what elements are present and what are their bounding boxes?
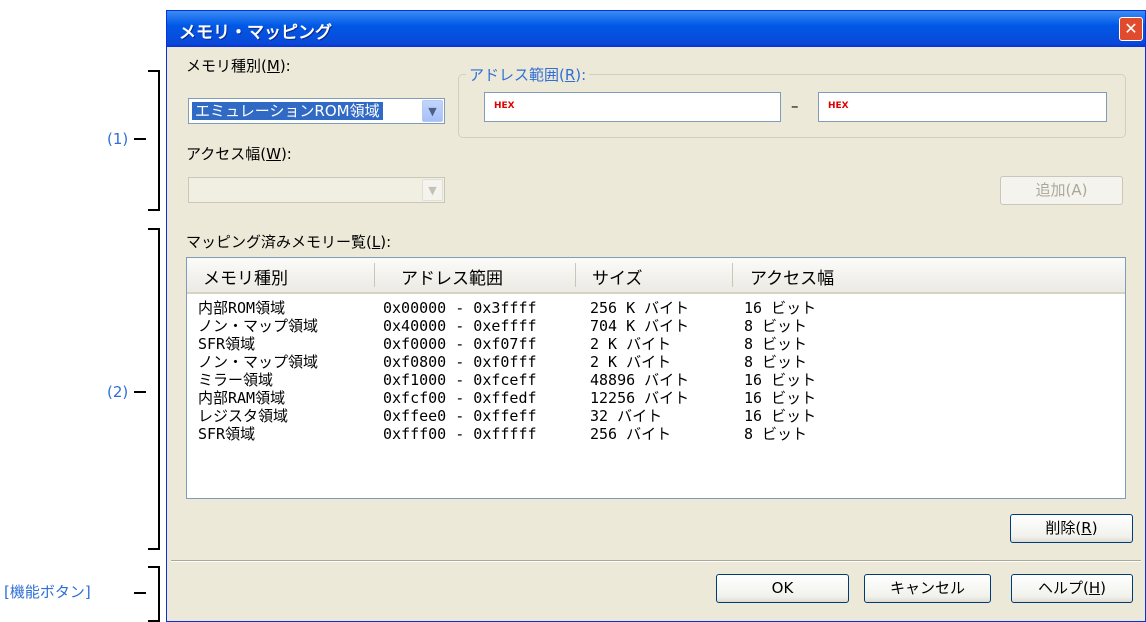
column-divider[interactable] xyxy=(732,263,733,287)
table-row[interactable]: SFR領域 0xfff00 - 0xfffff 256 バイト 8 ビット xyxy=(187,425,1125,443)
add-button[interactable]: 追加(A) xyxy=(1000,176,1123,205)
column-header-memory-type[interactable]: メモリ種別 xyxy=(203,264,288,289)
cell-access-width: 16 ビット xyxy=(744,389,817,407)
cell-access-width: 8 ビット xyxy=(744,425,808,443)
help-button[interactable]: ヘルプ(H) xyxy=(1011,574,1133,603)
table-row[interactable]: レジスタ領域 0xffee0 - 0xffeff 32 バイト 16 ビット xyxy=(187,407,1125,425)
cell-size: 32 バイト xyxy=(590,407,663,425)
table-row[interactable]: ノン・マップ領域 0x40000 - 0xeffff 704 K バイト 8 ビ… xyxy=(187,317,1125,335)
ok-button[interactable]: OK xyxy=(716,574,849,603)
cell-address-range: 0xf0800 - 0xf0fff xyxy=(383,353,537,371)
mapped-memory-list-label: マッピング済みメモリー覧(L): xyxy=(186,233,392,251)
chevron-down-icon[interactable]: ▼ xyxy=(422,100,443,122)
table-row[interactable]: 内部RAM領域 0xfcf00 - 0xffedf 12256 バイト 16 ビ… xyxy=(187,389,1125,407)
cell-size: 256 バイト xyxy=(590,425,672,443)
table-row[interactable]: SFR領域 0xf0000 - 0xf07ff 2 K バイト 8 ビット xyxy=(187,335,1125,353)
range-separator: – xyxy=(791,97,799,115)
access-width-select[interactable]: ▼ xyxy=(188,177,445,203)
chevron-down-icon[interactable]: ▼ xyxy=(422,179,443,201)
cell-memory-type: SFR領域 xyxy=(198,425,256,443)
cell-access-width: 8 ビット xyxy=(744,317,808,335)
address-start-field[interactable]: HEX xyxy=(484,92,781,122)
cell-access-width: 16 ビット xyxy=(744,371,817,389)
cell-access-width: 16 ビット xyxy=(744,407,817,425)
memory-type-label: メモリ種別(M): xyxy=(186,57,291,75)
cell-size: 12256 バイト xyxy=(590,389,690,407)
hex-badge: HEX xyxy=(494,101,515,111)
hex-badge: HEX xyxy=(828,101,849,111)
memory-type-selected-value: エミュレーションROM領域 xyxy=(192,102,383,120)
delete-button[interactable]: 削除(R) xyxy=(1010,514,1133,543)
table-row[interactable]: ノン・マップ領域 0xf0800 - 0xf0fff 2 K バイト 8 ビット xyxy=(187,353,1125,371)
cell-address-range: 0xf1000 - 0xfceff xyxy=(383,371,537,389)
column-header-access-width[interactable]: アクセス幅 xyxy=(750,264,834,289)
cell-size: 256 K バイト xyxy=(590,299,690,317)
close-icon[interactable]: ✕ xyxy=(1119,17,1143,41)
column-divider[interactable] xyxy=(575,263,576,287)
callout-label-2: (2) xyxy=(107,383,129,401)
cell-address-range: 0x00000 - 0x3ffff xyxy=(383,299,537,317)
cell-size: 2 K バイト xyxy=(590,353,672,371)
cell-memory-type: SFR領域 xyxy=(198,335,256,353)
mapped-memory-list[interactable]: メモリ種別 アドレス範囲 サイズ アクセス幅 内部ROM領域 0x00000 -… xyxy=(186,257,1126,499)
memory-mapping-dialog: メモリ・マッピング ✕ メモリ種別(M): エミュレーションROM領域 ▼ アク… xyxy=(166,10,1146,622)
callout-bracket-3 xyxy=(148,566,160,622)
callout-tick-1 xyxy=(134,138,146,140)
cell-address-range: 0xfff00 - 0xfffff xyxy=(383,425,537,443)
callout-label-1: (1) xyxy=(107,130,129,148)
cell-access-width: 8 ビット xyxy=(744,353,808,371)
cancel-button[interactable]: キャンセル xyxy=(864,574,991,603)
cell-memory-type: ノン・マップ領域 xyxy=(198,317,319,335)
callout-bracket-1 xyxy=(148,70,160,211)
callout-label-function-buttons: [機能ボタン] xyxy=(4,583,91,601)
cell-address-range: 0xfcf00 - 0xffedf xyxy=(383,389,537,407)
cell-size: 2 K バイト xyxy=(590,335,672,353)
list-header: メモリ種別 アドレス範囲 サイズ アクセス幅 xyxy=(187,258,1125,294)
cell-size: 704 K バイト xyxy=(590,317,690,335)
column-header-address-range[interactable]: アドレス範囲 xyxy=(401,264,503,289)
access-width-label: アクセス幅(W): xyxy=(186,145,292,163)
address-end-field[interactable]: HEX xyxy=(818,92,1107,122)
callout-bracket-2 xyxy=(148,228,160,550)
cell-memory-type: レジスタ領域 xyxy=(198,407,289,425)
dialog-title: メモリ・マッピング xyxy=(179,23,332,43)
cell-address-range: 0x40000 - 0xeffff xyxy=(383,317,537,335)
cell-size: 48896 バイト xyxy=(590,371,690,389)
memory-type-select[interactable]: エミュレーションROM領域 ▼ xyxy=(188,98,445,124)
cell-address-range: 0xf0000 - 0xf07ff xyxy=(383,335,537,353)
cell-memory-type: 内部ROM領域 xyxy=(198,299,286,317)
title-bar[interactable]: メモリ・マッピング ✕ xyxy=(167,11,1145,47)
address-range-label: アドレス範囲(R): xyxy=(466,64,590,85)
cell-memory-type: 内部RAM領域 xyxy=(198,389,286,407)
callout-tick-2 xyxy=(134,391,146,393)
button-area-separator xyxy=(171,560,1141,562)
table-row[interactable]: ミラー領域 0xf1000 - 0xfceff 48896 バイト 16 ビット xyxy=(187,371,1125,389)
cell-access-width: 8 ビット xyxy=(744,335,808,353)
cell-access-width: 16 ビット xyxy=(744,299,817,317)
column-header-size[interactable]: サイズ xyxy=(592,264,643,289)
table-row[interactable]: 内部ROM領域 0x00000 - 0x3ffff 256 K バイト 16 ビ… xyxy=(187,299,1125,317)
column-divider[interactable] xyxy=(374,263,375,287)
cell-address-range: 0xffee0 - 0xffeff xyxy=(383,407,537,425)
callout-tick-3 xyxy=(134,592,146,594)
cell-memory-type: ミラー領域 xyxy=(198,371,274,389)
cell-memory-type: ノン・マップ領域 xyxy=(198,353,319,371)
